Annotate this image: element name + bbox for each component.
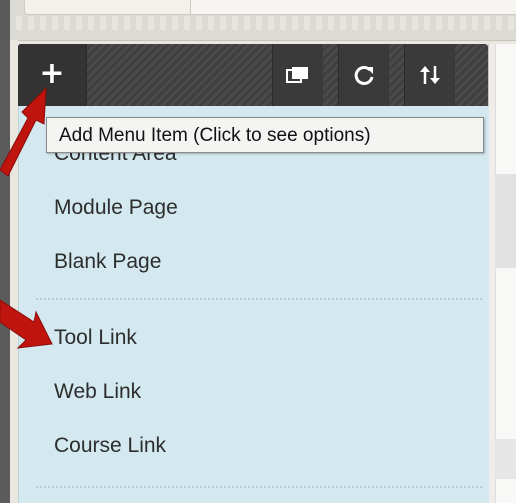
decorative-border (10, 16, 516, 30)
display-toggle-icon (286, 62, 310, 87)
plus-icon: + (39, 56, 65, 91)
sort-icon (418, 62, 442, 87)
menu-item-tool-link[interactable]: Tool Link (54, 326, 137, 350)
top-panel-right (190, 0, 516, 15)
gap (10, 40, 18, 503)
refresh-button[interactable] (338, 44, 389, 106)
menu-item-course-link[interactable]: Course Link (54, 434, 166, 458)
right-band (495, 174, 516, 268)
refresh-icon (353, 62, 375, 87)
top-strip (0, 0, 516, 41)
left-rail (0, 40, 10, 503)
add-menu-item-tooltip: Add Menu Item (Click to see options) (46, 117, 484, 153)
display-toggle-button[interactable] (272, 44, 323, 106)
menu-item-module-page[interactable]: Module Page (54, 196, 178, 220)
menu-separator (36, 298, 482, 300)
right-band (495, 439, 516, 479)
reorder-button[interactable] (404, 44, 455, 106)
top-panel-left (24, 0, 192, 15)
menu-separator (36, 486, 482, 488)
menu-item-web-link[interactable]: Web Link (54, 380, 141, 404)
left-border (0, 0, 10, 40)
right-inner (495, 44, 516, 503)
right-content-edge (488, 44, 516, 503)
add-menu-item-button[interactable]: + (18, 44, 87, 106)
menu-item-blank-page[interactable]: Blank Page (54, 250, 161, 274)
